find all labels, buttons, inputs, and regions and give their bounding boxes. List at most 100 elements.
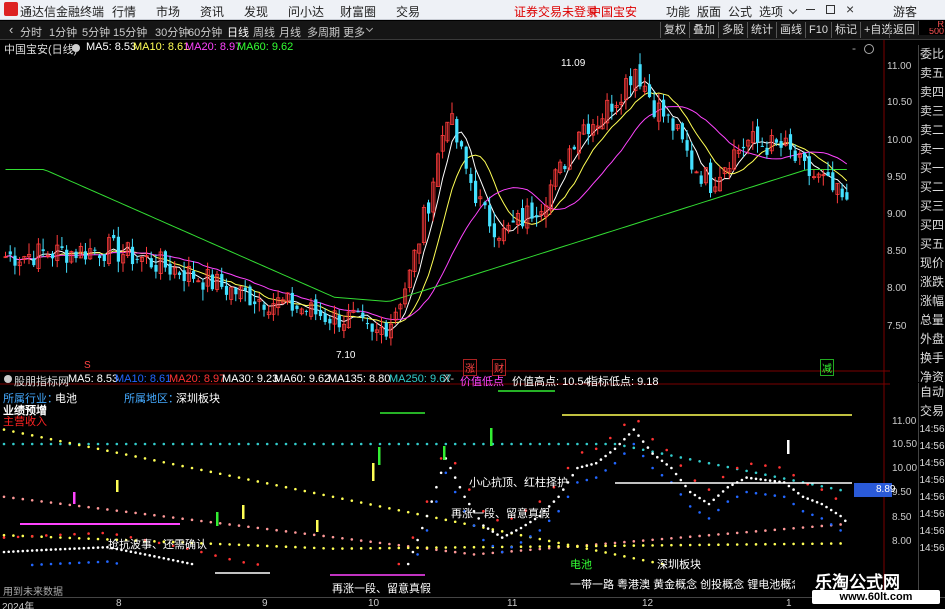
trade-login-alert[interactable]: 证券交易未登录 xyxy=(514,3,598,20)
menu-item-gongneng[interactable]: 功能 xyxy=(666,3,690,20)
menu-item-hangqing[interactable]: 行情 xyxy=(112,3,136,20)
trade-panel-label[interactable]: 自动 xyxy=(919,383,945,402)
tab-weekly[interactable]: 周线 xyxy=(253,24,275,40)
btn-fuquan[interactable]: 复权 xyxy=(660,22,689,38)
trade-time: 14:56 xyxy=(919,424,945,435)
dot-curve xyxy=(30,434,34,437)
quote-field-label: 买五 xyxy=(919,237,944,251)
dot-curve xyxy=(153,513,156,517)
dot-curve xyxy=(651,452,654,455)
dot-curve xyxy=(209,542,213,545)
guest-label[interactable]: 游客 xyxy=(893,3,917,20)
dot-curve xyxy=(453,476,457,479)
dot-curve xyxy=(218,542,222,546)
dot-curve xyxy=(463,495,466,499)
dot-curve xyxy=(500,536,504,539)
axis-label: 1 xyxy=(786,598,792,609)
ma250-dots xyxy=(839,488,842,492)
ind-value-low: 价值低点 xyxy=(460,376,504,388)
menu-item-xuanxiang[interactable]: 选项 xyxy=(759,3,783,20)
dot-curve xyxy=(176,559,180,563)
dot-curve xyxy=(688,535,692,539)
dot-curve xyxy=(801,495,805,499)
dot-curve xyxy=(632,544,636,547)
btn-duogu[interactable]: 多股 xyxy=(718,22,747,38)
expand-chevron-icon[interactable]: ‹ xyxy=(9,22,13,37)
dot-curve xyxy=(54,548,57,551)
ma250-dots xyxy=(463,442,466,446)
btn-huaxian[interactable]: 画线 xyxy=(776,22,805,38)
menu-item-wenxiaoda[interactable]: 问小达 xyxy=(288,3,324,20)
dot-curve xyxy=(519,541,523,544)
dot-curve xyxy=(96,537,100,541)
tab-30min[interactable]: 30分钟 xyxy=(155,24,189,40)
candle-body xyxy=(756,126,760,143)
btn-back[interactable]: 返回 xyxy=(889,22,918,38)
candle-body xyxy=(41,249,45,252)
btn-biaoji[interactable]: 标记 xyxy=(831,22,860,38)
btn-f10[interactable]: F10 xyxy=(805,22,831,38)
dot-curve xyxy=(425,514,429,518)
indicator-settings-icon[interactable] xyxy=(4,375,12,383)
marker-jian[interactable]: 减 xyxy=(820,359,834,376)
tab-fenshi[interactable]: 分时 xyxy=(20,24,42,40)
ind-ma135: MA135: 8.80 xyxy=(328,373,391,385)
dot-curve xyxy=(778,466,781,469)
dot-curve xyxy=(45,534,48,537)
candle-body xyxy=(74,251,78,259)
quote-field-label: 卖三 xyxy=(919,104,944,118)
maximize-icon[interactable] xyxy=(826,5,835,14)
ma250-dots xyxy=(369,442,372,446)
menu-item-faxian[interactable]: 发现 xyxy=(244,3,268,20)
candle-body xyxy=(671,118,675,131)
dot-curve xyxy=(77,561,81,565)
dot-curve xyxy=(726,485,730,489)
minimize-icon[interactable] xyxy=(806,9,815,10)
indicator-name[interactable]: 股朋指标网 xyxy=(14,373,69,389)
menu-item-zixun[interactable]: 资讯 xyxy=(200,3,224,20)
menu-item-shichang[interactable]: 市场 xyxy=(156,3,180,20)
dot-curve xyxy=(674,472,678,476)
dot-curve xyxy=(12,496,15,500)
zoom-out-icon[interactable]: - xyxy=(852,41,856,56)
tab-60min[interactable]: 60分钟 xyxy=(188,24,222,40)
dot-curve xyxy=(82,546,86,550)
dropdown-arrow-icon[interactable] xyxy=(788,5,798,15)
dot-curve xyxy=(641,544,645,547)
high-price-label: 11.09 xyxy=(561,58,586,69)
zoom-in-icon[interactable] xyxy=(864,44,874,54)
tab-more[interactable]: 更多 xyxy=(343,24,365,40)
dot-curve xyxy=(764,493,767,496)
dot-curve xyxy=(792,502,795,506)
ind-x: X- xyxy=(443,373,454,385)
settings-dot-icon[interactable] xyxy=(72,44,80,52)
tab-daily[interactable]: 日线 xyxy=(227,24,249,40)
tab-multi-period[interactable]: 多周期 xyxy=(307,24,340,40)
dot-curve xyxy=(397,508,401,512)
menu-item-banmian[interactable]: 版面 xyxy=(697,3,721,20)
dot-curve xyxy=(425,500,429,503)
tab-monthly[interactable]: 月线 xyxy=(279,24,301,40)
dot-curve xyxy=(519,533,523,537)
menu-item-caifuquan[interactable]: 财富圈 xyxy=(340,3,376,20)
tab-1min[interactable]: 1分钟 xyxy=(49,24,77,40)
tab-15min[interactable]: 15分钟 xyxy=(113,24,147,40)
dot-curve xyxy=(717,533,720,536)
dot-curve xyxy=(2,533,6,537)
more-chevron-icon[interactable] xyxy=(365,24,374,33)
close-icon[interactable]: × xyxy=(846,1,854,17)
quote-field-label: 卖五 xyxy=(919,66,944,80)
candle-body xyxy=(638,64,642,87)
btn-tongji[interactable]: 统计 xyxy=(747,22,776,38)
dot-curve xyxy=(773,479,777,483)
menu-item-jiaoyi[interactable]: 交易 xyxy=(396,3,420,20)
candle-body xyxy=(163,251,167,268)
ind-ma5: MA5: 8.53 xyxy=(68,373,119,385)
tab-5min[interactable]: 5分钟 xyxy=(82,24,110,40)
btn-diejia[interactable]: 叠加 xyxy=(689,22,718,38)
dot-curve xyxy=(275,528,278,532)
trade-panel-label[interactable]: 交易 xyxy=(919,402,945,421)
marker-s[interactable]: S xyxy=(84,360,91,371)
menu-item-gongshi[interactable]: 公式 xyxy=(728,3,752,20)
ma250-dots xyxy=(679,456,683,459)
